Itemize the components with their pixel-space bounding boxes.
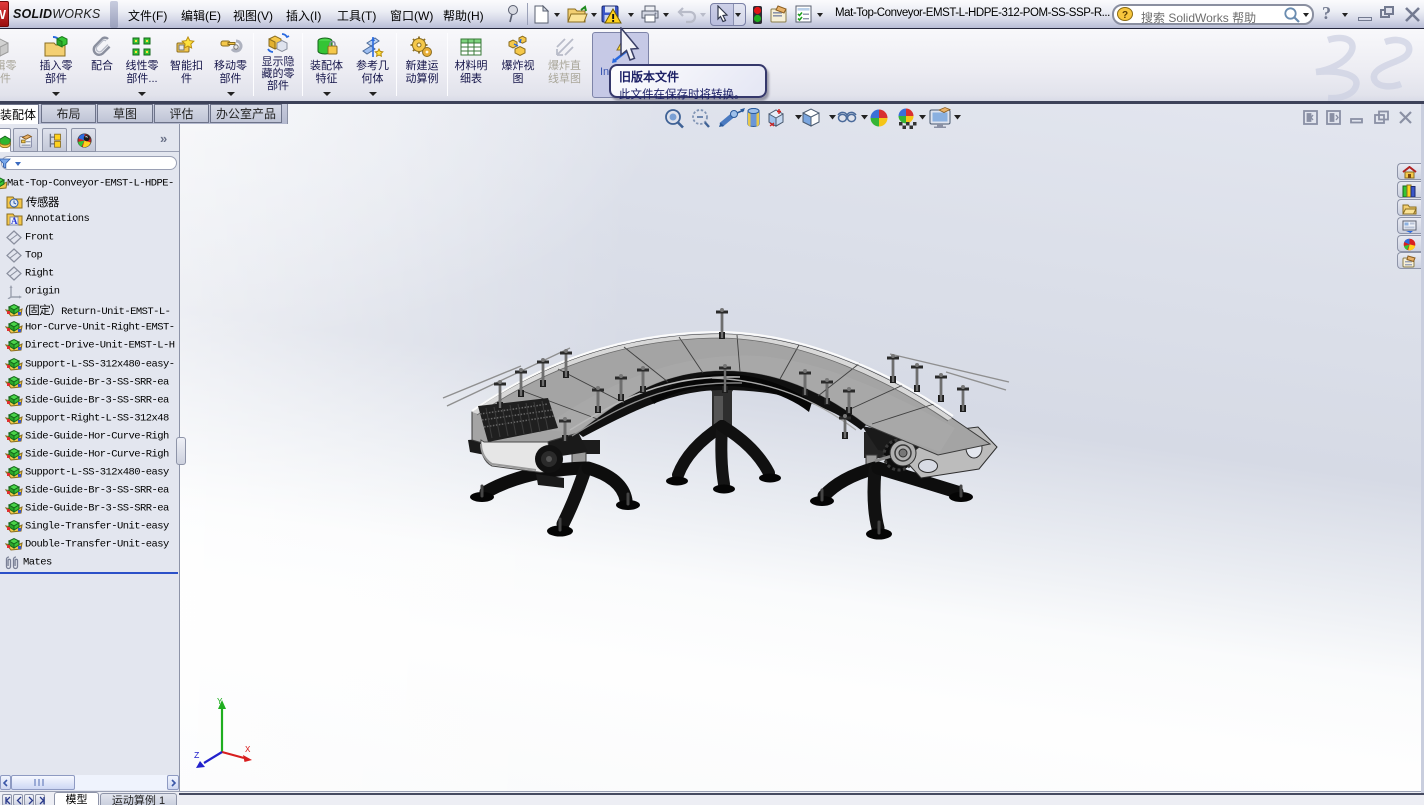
svg-text:?: ? bbox=[1122, 10, 1128, 21]
svg-text:A: A bbox=[11, 216, 18, 226]
svg-text:X: X bbox=[245, 745, 251, 755]
svg-text:Z: Z bbox=[194, 751, 200, 761]
svg-text:Y: Y bbox=[217, 697, 223, 707]
